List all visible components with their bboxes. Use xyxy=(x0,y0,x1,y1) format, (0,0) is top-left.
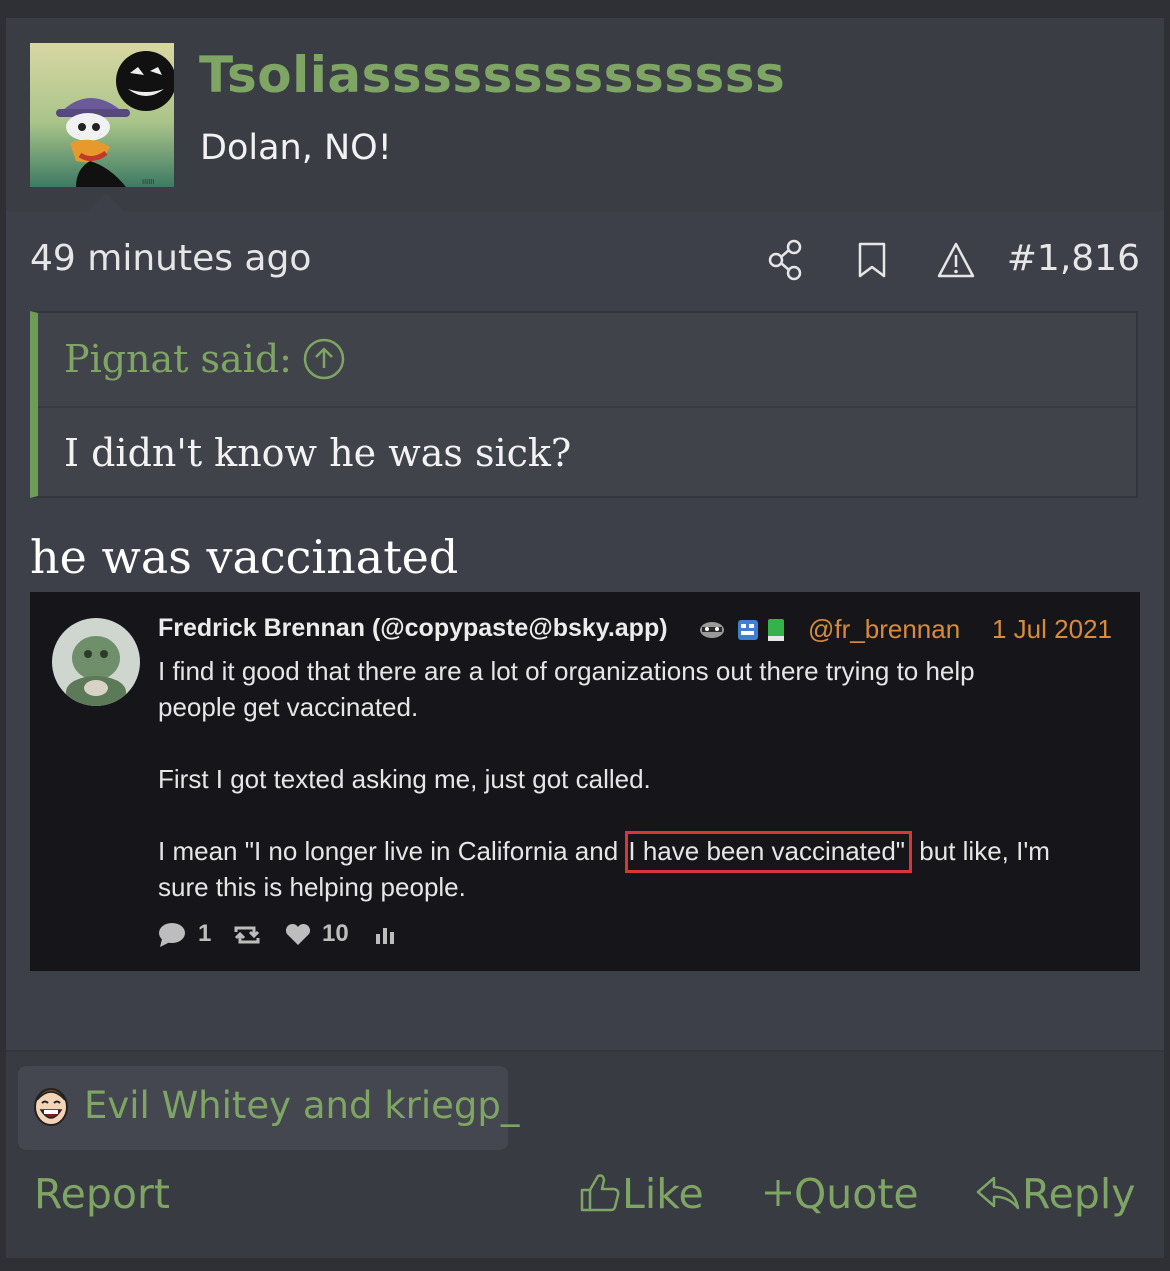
embed-handle: @fr_brennan xyxy=(808,614,961,644)
laughing-face-icon xyxy=(32,1084,70,1128)
embedded-screenshot: Fredrick Brennan (@copypaste@bsky.app) @… xyxy=(30,592,1140,971)
comment-icon xyxy=(159,923,185,947)
green-book-icon xyxy=(768,619,784,641)
quote-block: Pignat said: I didn't know he was sick? xyxy=(30,311,1138,498)
thumbs-up-icon xyxy=(580,1174,620,1212)
keyboard-icon xyxy=(738,620,758,640)
reactions-text[interactable]: Evil Whitey and kriegp_ xyxy=(84,1084,519,1127)
bookmark-icon[interactable] xyxy=(854,238,894,282)
plus-icon xyxy=(765,1180,791,1206)
reply-label: Reply xyxy=(1022,1170,1136,1218)
embed-text-line: sure this is helping people. xyxy=(158,872,466,902)
raccoon-icon xyxy=(700,622,724,638)
username[interactable]: Tsoliassssssssssssss xyxy=(199,46,785,104)
quote-header: Pignat said: xyxy=(38,313,1136,408)
highlighted-phrase: I have been vaccinated" xyxy=(625,831,913,873)
quote-author[interactable]: Pignat said: xyxy=(64,337,292,381)
embed-avatar xyxy=(52,618,140,706)
post-number[interactable]: #1,816 xyxy=(1007,238,1140,279)
heart-icon xyxy=(285,923,311,945)
like-count: 10 xyxy=(322,920,349,947)
post-author-header: IIIIII Tsoliassssssssssssss Dolan, NO! xyxy=(6,18,1164,211)
share-icon[interactable] xyxy=(766,238,806,282)
user-avatar[interactable]: IIIIII xyxy=(30,43,174,187)
post-container: IIIIII Tsoliassssssssssssss Dolan, NO! 4… xyxy=(6,18,1164,1258)
post-body-text: he was vaccinated xyxy=(30,530,459,584)
retweet-icon xyxy=(234,926,260,944)
reply-arrow-icon xyxy=(976,1176,1020,1210)
reply-count: 1 xyxy=(198,920,212,947)
header-pointer xyxy=(88,193,124,211)
user-title: Dolan, NO! xyxy=(200,128,392,168)
quote-label: Quote xyxy=(794,1170,919,1218)
svg-text:IIIIII: IIIIII xyxy=(142,178,154,186)
quote-button[interactable]: Quote xyxy=(762,1170,919,1218)
embed-badges xyxy=(698,616,798,648)
report-button[interactable]: Report xyxy=(34,1170,170,1218)
quote-text: I didn't know he was sick? xyxy=(64,431,572,475)
post-footer: Evil Whitey and kriegp_ Report Like Quot… xyxy=(6,1052,1164,1258)
embed-display-name: Fredrick Brennan (@copypaste@bsky.app) xyxy=(158,614,668,642)
reply-button[interactable]: Reply xyxy=(974,1170,1136,1218)
embed-text-line: I mean "I no longer live in California a… xyxy=(158,831,1050,873)
embed-text-segment: but like, I'm xyxy=(912,836,1050,866)
embed-date: 1 Jul 2021 xyxy=(992,614,1112,644)
report-label: Report xyxy=(34,1170,170,1218)
embed-text-line: people get vaccinated. xyxy=(158,692,419,722)
like-button[interactable]: Like xyxy=(578,1170,704,1218)
arrow-up-circle-icon[interactable] xyxy=(302,337,346,390)
warning-icon[interactable] xyxy=(936,238,976,282)
reactions-bar[interactable]: Evil Whitey and kriegp_ xyxy=(18,1066,519,1150)
embed-text-line: I find it good that there are a lot of o… xyxy=(158,656,975,686)
stats-icon xyxy=(376,928,394,944)
like-label: Like xyxy=(622,1170,704,1218)
embed-text-segment: I mean "I no longer live in California a… xyxy=(158,836,626,866)
embed-text-line: First I got texted asking me, just got c… xyxy=(158,764,651,794)
post-timestamp[interactable]: 49 minutes ago xyxy=(30,238,311,279)
